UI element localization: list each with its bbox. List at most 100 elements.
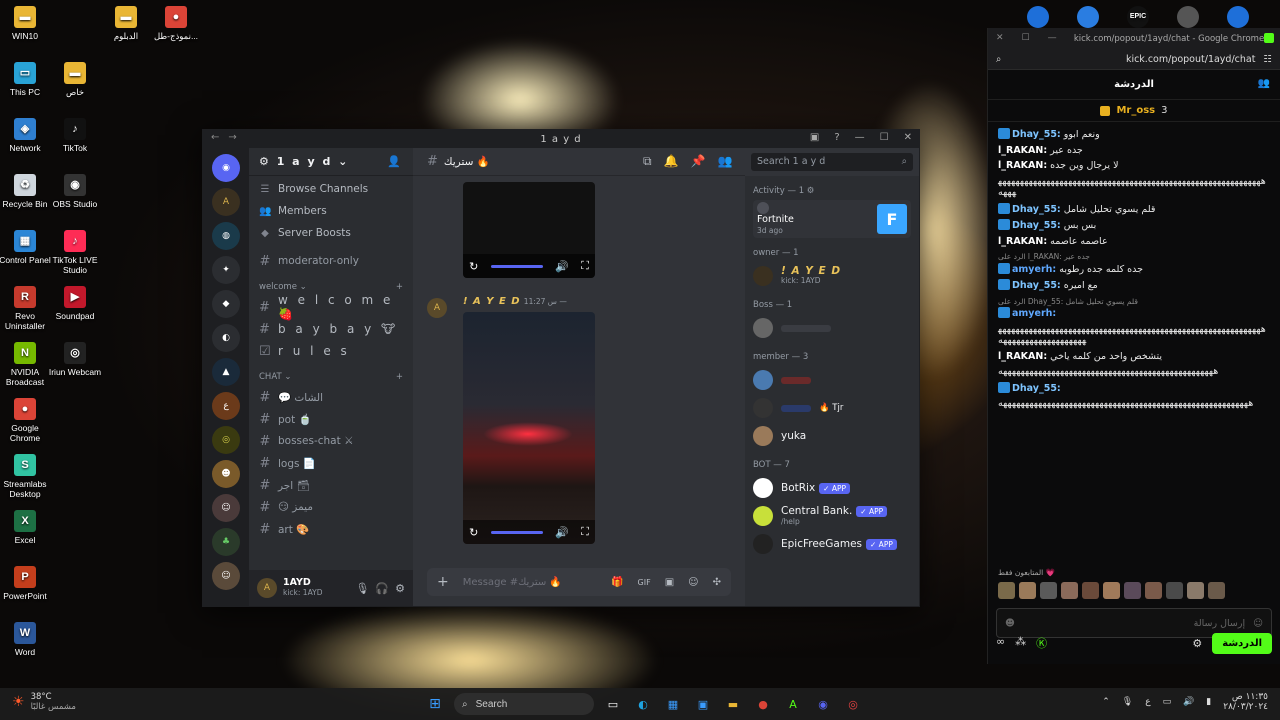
channel-item[interactable]: # 💬 الشات bbox=[249, 386, 413, 408]
edge-icon[interactable]: ◐ bbox=[632, 693, 654, 715]
kick-k-icon[interactable]: Ⓚ bbox=[1036, 635, 1047, 651]
seek-bar[interactable] bbox=[490, 264, 543, 268]
chat-username[interactable]: l_RAKAN: bbox=[998, 145, 1047, 156]
chat-username[interactable]: l_RAKAN: bbox=[998, 351, 1047, 362]
member-list-icon[interactable]: 👥 bbox=[717, 154, 732, 169]
iriun-webcam-shortcut[interactable]: ◎ Iriun Webcam bbox=[47, 342, 103, 377]
bot-item[interactable]: BotRix ✓ APP bbox=[753, 474, 911, 502]
chat-username[interactable]: Dhay_55: bbox=[1012, 280, 1061, 291]
channel-item[interactable]: # 😏 ميمز bbox=[249, 496, 413, 518]
pinned-gifter[interactable]: Mr_oss 3 bbox=[988, 100, 1280, 122]
inbox-icon[interactable]: ▣ bbox=[810, 132, 820, 143]
win10-folder-shortcut[interactable]: ▬ WIN10 bbox=[0, 6, 53, 41]
settings-gear-icon[interactable]: ⚙ bbox=[395, 582, 405, 595]
google-chrome-shortcut[interactable]: ● Google Chrome bbox=[0, 398, 53, 443]
server-icon[interactable]: ◆ bbox=[212, 290, 240, 318]
chevron-up-icon[interactable]: ⌃ bbox=[1102, 697, 1110, 707]
channel-item[interactable]: # art 🎨 bbox=[249, 518, 413, 540]
pin-icon[interactable]: 📌 bbox=[691, 154, 706, 169]
follower-avatar[interactable] bbox=[1040, 581, 1057, 599]
network-icon[interactable]: ▭ bbox=[1163, 697, 1172, 707]
follower-avatar[interactable] bbox=[1103, 581, 1120, 599]
activity-card[interactable]: Fortnite 3d ago F bbox=[753, 200, 911, 238]
channel-item[interactable]: # pot 🍵 bbox=[249, 408, 413, 430]
emoji-icon[interactable]: ☺ bbox=[688, 577, 698, 588]
emoji-icon[interactable]: ☺ bbox=[1253, 618, 1263, 629]
search-input[interactable]: Search 1 a y d ⌕ bbox=[751, 153, 913, 171]
chat-username[interactable]: Dhay_55: bbox=[1012, 129, 1061, 140]
share-icon[interactable]: ⁂ bbox=[1015, 635, 1026, 651]
message-author[interactable]: ! A Y E D bbox=[463, 296, 521, 307]
word-shortcut[interactable]: W Word bbox=[0, 622, 53, 657]
server-icon[interactable]: ✦ bbox=[212, 256, 240, 284]
form-file-shortcut[interactable]: ● نموذج-طل... bbox=[148, 6, 204, 41]
channel-item[interactable]: # b a y b a y 🐮 bbox=[249, 318, 413, 340]
bot-item[interactable]: Central Bank. ✓ APP/help bbox=[753, 502, 911, 530]
photos-icon[interactable]: ▣ bbox=[692, 693, 714, 715]
nav-server-boost[interactable]: ◆ Server Boosts bbox=[249, 222, 413, 244]
file-explorer-icon[interactable]: ▬ bbox=[722, 693, 744, 715]
battery-icon[interactable]: ▮ bbox=[1206, 697, 1211, 707]
discord-taskbar-icon[interactable]: ◉ bbox=[812, 693, 834, 715]
nvidia-broadcast-shortcut[interactable]: N NVIDIA Broadcast bbox=[0, 342, 53, 387]
chat-username[interactable]: l_RAKAN: bbox=[998, 160, 1047, 171]
message-author-avatar[interactable]: A bbox=[427, 298, 447, 318]
server-icon[interactable]: ▲ bbox=[212, 358, 240, 386]
powerpoint-shortcut[interactable]: P PowerPoint bbox=[0, 566, 53, 601]
server-icon[interactable]: ◐ bbox=[212, 324, 240, 352]
channel-item[interactable]: # logs 📄 bbox=[249, 452, 413, 474]
follower-avatar[interactable] bbox=[1019, 581, 1036, 599]
message-input[interactable]: + Message #ستريك 🔥 🎁 GIF ▣ ☺ ✣ bbox=[427, 568, 731, 596]
member-item[interactable]: yuka bbox=[753, 422, 911, 450]
clock[interactable]: ١١:٣٥ ص ٢٨/٠٣/٢٠٢٤ bbox=[1223, 692, 1268, 712]
server-icon[interactable]: ☺ bbox=[212, 562, 240, 590]
emote-icon[interactable]: ☻ bbox=[1005, 618, 1015, 629]
chat-username[interactable]: Dhay_55: bbox=[1012, 383, 1061, 394]
network-shortcut[interactable]: ◈ Network bbox=[0, 118, 53, 153]
server-icon[interactable]: ع bbox=[212, 392, 240, 420]
threads-icon[interactable]: ⧉ bbox=[643, 154, 652, 169]
user-settings-icon[interactable]: 👥 bbox=[1258, 78, 1270, 89]
attach-plus-icon[interactable]: + bbox=[437, 574, 449, 590]
maximize-icon[interactable]: ☐ bbox=[880, 132, 890, 143]
chat-username[interactable]: l_RAKAN: bbox=[998, 236, 1047, 247]
sticker-icon[interactable]: ▣ bbox=[665, 577, 674, 588]
follower-avatar[interactable] bbox=[998, 581, 1015, 599]
khas-folder-shortcut[interactable]: ▬ خاص bbox=[47, 62, 103, 97]
follower-avatar[interactable] bbox=[1124, 581, 1141, 599]
minimize-icon[interactable]: — bbox=[855, 132, 866, 143]
tiktok-shortcut[interactable]: ♪ TikTok bbox=[47, 118, 103, 153]
follower-avatar[interactable] bbox=[1082, 581, 1099, 599]
weather-widget[interactable]: ☀ 38°C مشمس غالبًا bbox=[12, 692, 76, 712]
member-item[interactable]: ! A Y E D kick: 1AYD bbox=[753, 262, 911, 290]
add-member-icon[interactable]: 👤 bbox=[387, 155, 403, 168]
streamlabs-shortcut[interactable]: S Streamlabs Desktop bbox=[0, 454, 53, 499]
language-indicator[interactable]: ع bbox=[1145, 697, 1150, 707]
obs-taskbar-icon[interactable]: ◎ bbox=[842, 693, 864, 715]
close-icon[interactable]: ✕ bbox=[904, 132, 913, 143]
chat-send-button[interactable]: الدردشة bbox=[1212, 632, 1272, 654]
site-info-icon[interactable]: ⌕ bbox=[996, 54, 1001, 65]
nav-members[interactable]: 👥 Members bbox=[249, 200, 413, 222]
revo-uninstaller-shortcut[interactable]: R Revo Uninstaller bbox=[0, 286, 53, 331]
server-icon[interactable]: ◎ bbox=[212, 426, 240, 454]
avatar[interactable]: A bbox=[257, 578, 277, 598]
volume-icon[interactable]: 🔊 bbox=[555, 526, 569, 539]
bot-item[interactable]: EpicFreeGames ✓ APP bbox=[753, 530, 911, 558]
gift-icon[interactable]: 🎁 bbox=[611, 577, 623, 588]
video-player[interactable]: ↻ 🔊 ⛶ bbox=[463, 182, 595, 278]
fullscreen-icon[interactable]: ⛶ bbox=[581, 259, 589, 273]
category-chat[interactable]: CHAT ⌄ + bbox=[249, 368, 413, 386]
member-item[interactable]: 🔥 Tjr bbox=[753, 394, 911, 422]
member-item[interactable] bbox=[753, 366, 911, 394]
microphone-icon[interactable]: 🎙 bbox=[355, 582, 369, 595]
maximize-icon[interactable]: ☐ bbox=[1022, 33, 1030, 43]
follower-avatar[interactable] bbox=[1145, 581, 1162, 599]
diploma-folder-shortcut[interactable]: ▬ الدبلوم bbox=[98, 6, 154, 41]
seek-bar[interactable] bbox=[490, 530, 543, 534]
windows-start-icon[interactable]: ⊞ bbox=[424, 693, 446, 715]
discord-home-icon[interactable]: ◉ bbox=[212, 154, 240, 182]
obs-studio-shortcut[interactable]: ◉ OBS Studio bbox=[47, 174, 103, 209]
nav-browse-channels[interactable]: ☰ Browse Channels bbox=[249, 178, 413, 200]
replay-icon[interactable]: ↻ bbox=[469, 260, 478, 273]
